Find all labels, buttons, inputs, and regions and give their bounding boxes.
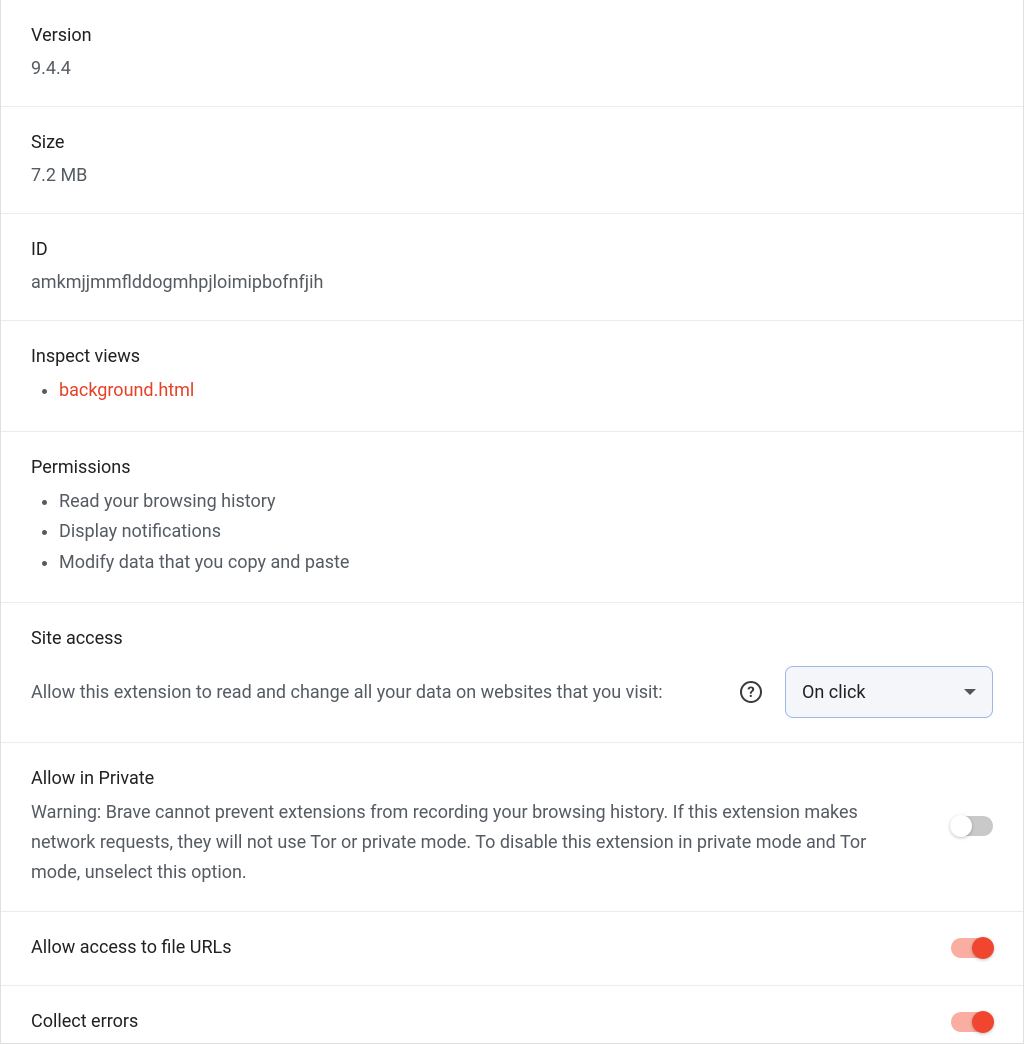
- section-permissions: Permissions Read your browsing history D…: [1, 432, 1023, 604]
- inspect-view-item: background.html: [59, 376, 993, 407]
- inspect-view-link[interactable]: background.html: [59, 380, 194, 401]
- permission-item: Display notifications: [59, 517, 993, 548]
- allow-in-private-toggle[interactable]: [951, 816, 993, 836]
- site-access-label: Site access: [31, 625, 993, 652]
- site-access-select[interactable]: On click: [785, 666, 993, 718]
- section-inspect-views: Inspect views background.html: [1, 321, 1023, 432]
- allow-file-urls-label: Allow access to file URLs: [31, 934, 232, 961]
- permission-item: Modify data that you copy and paste: [59, 548, 993, 579]
- size-label: Size: [31, 129, 993, 156]
- collect-errors-toggle[interactable]: [951, 1012, 993, 1032]
- section-version: Version 9.4.4: [1, 0, 1023, 107]
- allow-in-private-description: Warning: Brave cannot prevent extensions…: [31, 798, 911, 887]
- section-size: Size 7.2 MB: [1, 107, 1023, 214]
- section-allow-file-urls: Allow access to file URLs: [1, 912, 1023, 986]
- section-site-access: Site access Allow this extension to read…: [1, 603, 1023, 743]
- section-id: ID amkmjjmmflddogmhpjloimipbofnfjih: [1, 214, 1023, 321]
- collect-errors-label: Collect errors: [31, 1008, 138, 1035]
- section-allow-in-private: Allow in Private Warning: Brave cannot p…: [1, 743, 1023, 912]
- inspect-views-list: background.html: [31, 376, 993, 407]
- allow-in-private-label: Allow in Private: [31, 765, 933, 792]
- version-label: Version: [31, 22, 993, 49]
- help-icon[interactable]: ?: [740, 681, 762, 703]
- toggle-knob: [950, 815, 972, 837]
- toggle-knob: [972, 937, 994, 959]
- size-value: 7.2 MB: [31, 162, 993, 189]
- site-access-select-value: On click: [802, 682, 866, 703]
- site-access-description: Allow this extension to read and change …: [31, 678, 721, 708]
- version-value: 9.4.4: [31, 55, 993, 82]
- extension-details-panel: Version 9.4.4 Size 7.2 MB ID amkmjjmmfld…: [0, 0, 1024, 1044]
- section-collect-errors: Collect errors: [1, 986, 1023, 1043]
- toggle-knob: [972, 1011, 994, 1033]
- permissions-list: Read your browsing history Display notif…: [31, 487, 993, 579]
- id-value: amkmjjmmflddogmhpjloimipbofnfjih: [31, 269, 993, 296]
- id-label: ID: [31, 236, 993, 263]
- chevron-down-icon: [964, 689, 976, 695]
- allow-file-urls-toggle[interactable]: [951, 938, 993, 958]
- permission-item: Read your browsing history: [59, 487, 993, 518]
- inspect-views-label: Inspect views: [31, 343, 993, 370]
- permissions-label: Permissions: [31, 454, 993, 481]
